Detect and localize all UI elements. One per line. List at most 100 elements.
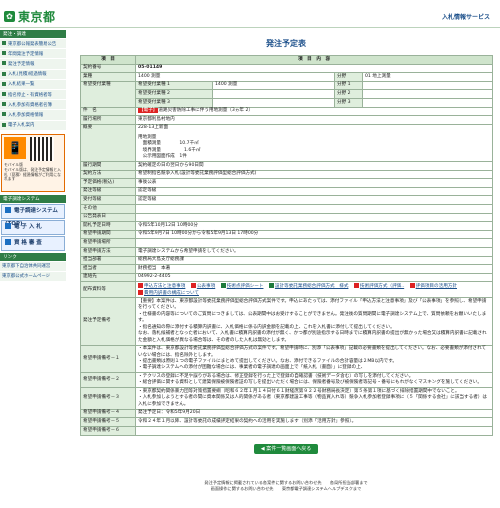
row-label: 希望申請備考－１ <box>80 344 136 374</box>
notice-date-value <box>134 212 494 223</box>
sidebar-link-qualified-list[interactable]: 入札参加有資格者名簿 <box>0 100 66 111</box>
row-label: その他 <box>80 203 136 214</box>
attachment-link[interactable]: 技術評価方式（評価.. <box>353 282 404 290</box>
back-to-list-button[interactable]: ◀ 案件一覧画面へ戻る <box>254 443 318 454</box>
col-item-header: 項 目 <box>80 55 136 65</box>
note5-value: 令和２４年１月以降、設計等委託の成績評定結果の契約への活用を実施します（別添「活… <box>134 417 494 427</box>
project-name: 【電子】道路災害防除工事に伴う用地測量（3ヵ年 2） <box>134 106 494 117</box>
row-label: 履行期間 <box>80 160 136 171</box>
bullet-icon <box>2 122 6 127</box>
sidebar-link-public-notice[interactable]: 東京都公報発表簡易公告 <box>0 39 66 50</box>
row-label: 契約方法 <box>80 169 136 180</box>
row-label: 希望申請備考－６ <box>80 425 136 436</box>
row-label: 希望受付業種 <box>80 80 136 108</box>
logo-text: 東京都 <box>18 10 56 24</box>
period-value: 契約確定の日の翌日から90日間 <box>134 160 494 171</box>
row-label: 配布資料等 <box>80 281 136 299</box>
cat3-label: 分野 3 <box>334 97 363 108</box>
row-label: 概要 <box>80 123 136 162</box>
e-procurement-top-button[interactable]: 電子調達システム(TOP) <box>1 203 65 227</box>
sidebar-link-tokyo-official[interactable]: 東京都公式ホームページ <box>0 271 66 283</box>
row-label: 発注予定備考 <box>80 297 136 346</box>
row-label: 希望申請方法 <box>80 246 136 257</box>
review-icon <box>5 239 11 246</box>
hope-period-value: 令和5年9月7日 10時00分から令和5年9月13日 17時00分 <box>134 229 494 240</box>
row-label: 履行場所 <box>80 115 136 125</box>
sidebar-link-bid-results[interactable]: 入札結果一覧 <box>0 79 66 90</box>
row-label: 希望申請備考－３ <box>80 387 136 410</box>
header-bar: ✿ 東京都 入札情報サービス <box>0 0 500 28</box>
row-label: 希望申請備考－４ <box>80 408 136 419</box>
other-value <box>134 203 494 214</box>
hope3-label: 希望受付業種 3 <box>135 97 213 108</box>
dept-value: 総務局大島支庁総務課 <box>134 255 494 266</box>
place-value: 東京都利島村地内 <box>134 115 494 125</box>
attachment-link[interactable]: 公表事項 <box>190 282 215 290</box>
row-label: 連絡先 <box>80 272 136 283</box>
bid-icon <box>5 223 11 230</box>
note6-value <box>134 425 494 436</box>
method-value: 希望制指名競争入札(設計等委託業務評価型総合評価方式) <box>134 169 494 180</box>
sidebar-link-bid-progress[interactable]: 入札(見積)経過情報 <box>0 69 66 80</box>
bullet-icon <box>2 112 6 117</box>
excel-icon <box>220 282 226 288</box>
hope-method-value: 電子調達システムから希望申請をしてください。 <box>134 246 494 257</box>
row-label: 発注等級 <box>80 186 136 197</box>
pdf-icon <box>138 282 143 288</box>
cat3-value <box>361 97 494 108</box>
sidebar-section-title: 発注・調達 <box>0 30 66 38</box>
attachment-link[interactable]: 費用内訳書の構成について <box>138 289 199 297</box>
contact-value: 04992-2-4405 <box>134 272 494 283</box>
row-label: 契約番号 <box>80 63 136 74</box>
sidebar-link-e-bid-guide[interactable]: 電子入札案内 <box>0 120 66 131</box>
e-bid-button[interactable]: 電 子 入 札 <box>1 219 65 235</box>
sidebar-link-qualification[interactable]: 入札参加資格情報 <box>0 110 66 121</box>
hope2-label: 希望受付業種 2 <box>135 89 213 99</box>
hope3-value <box>212 97 335 108</box>
attachment-link[interactable]: 申込方法と注意事項 <box>138 282 185 290</box>
tokyo-logo[interactable]: ✿ 東京都 <box>4 8 56 25</box>
hope1-label: 希望受付業種 1 <box>135 80 213 91</box>
sidebar: 発注・調達 東京都公報発表簡易公告 年間発注予定情報 発注予定情報 入札(見積)… <box>0 28 66 508</box>
attachment-link[interactable]: 技術点評価シート <box>220 282 263 290</box>
bullet-icon <box>2 92 6 97</box>
sidebar-link-annual-plan[interactable]: 年間発注予定情報 <box>0 49 66 60</box>
cat1-label: 分野 1 <box>334 80 363 91</box>
summary-value: 228-13上新面 用地測量 面積測量 10.7千㎡ 境界測量 1.6千㎡ 公示… <box>134 123 494 162</box>
sidebar-section3-title: リンク <box>0 252 66 261</box>
hope1-value: 1400 測量 <box>212 80 335 91</box>
sidebar-link-suspension[interactable]: 指名停止・有資格者等 <box>0 89 66 101</box>
service-name: 入札情報サービス <box>441 14 490 21</box>
open-date-value: 令和5年10月12日 10時00分 <box>134 221 494 231</box>
cat1-value <box>361 80 494 91</box>
attachment-link[interactable]: 評価項目の活用方針 <box>409 282 457 290</box>
person-value: 財務担当 本著 <box>134 264 494 274</box>
accept-grade-value: 認定等級 <box>134 195 494 205</box>
sidebar-link-joint-operation[interactable]: 東京都下自治体共同運営 <box>0 261 66 272</box>
row-label: 開札予定日時 <box>80 221 136 231</box>
category-label: 分野 <box>334 72 363 82</box>
note4-value: 発注予定日：令和5年9月20日 <box>134 408 494 419</box>
cat2-value <box>361 89 494 99</box>
row-label: 受付等級 <box>80 195 136 205</box>
bullet-icon <box>2 71 6 76</box>
mobile-version-box[interactable]: 📱 モバイル版 モバイル版は、発注予定情報と入札（見積）経過情報がご利用になれま… <box>1 133 65 192</box>
row-label: 希望申請期間 <box>80 229 136 240</box>
mobile-phone-icon: 📱 <box>4 136 26 159</box>
tokyo-emblem-icon: ✿ <box>4 11 15 22</box>
category-value: 01 地上測量 <box>361 72 494 82</box>
cat2-label: 分野 2 <box>334 89 363 99</box>
row-label: 担当部署 <box>80 255 136 266</box>
note2-value: ・テクリスの登録に不足や誤りがある場合は、修正登録を行った上で登録の自確認書（技… <box>134 372 494 389</box>
attachment-link[interactable]: 設計等委託業務総合評価方式 様式 <box>268 282 348 290</box>
qr-code-icon <box>30 136 54 161</box>
row-label: 予定価格(税込) <box>80 178 136 188</box>
row-label: 業種 <box>80 72 136 82</box>
main-content: 発注予定表 項 目 項 目 内 容 契約番号 05-01149 業種 1400 … <box>80 28 494 454</box>
contract-number: 05-01149 <box>134 63 494 74</box>
qualification-review-button[interactable]: 資 格 審 査 <box>1 235 65 251</box>
bullet-icon <box>2 61 6 66</box>
pre-notes: 【重要】本案件は、東京都設計等委託業務評価型総合評価方式案件です。申込にあたって… <box>134 297 494 346</box>
excel-icon <box>268 282 274 288</box>
sidebar-link-order-plan[interactable]: 発注予定情報 <box>0 59 66 70</box>
